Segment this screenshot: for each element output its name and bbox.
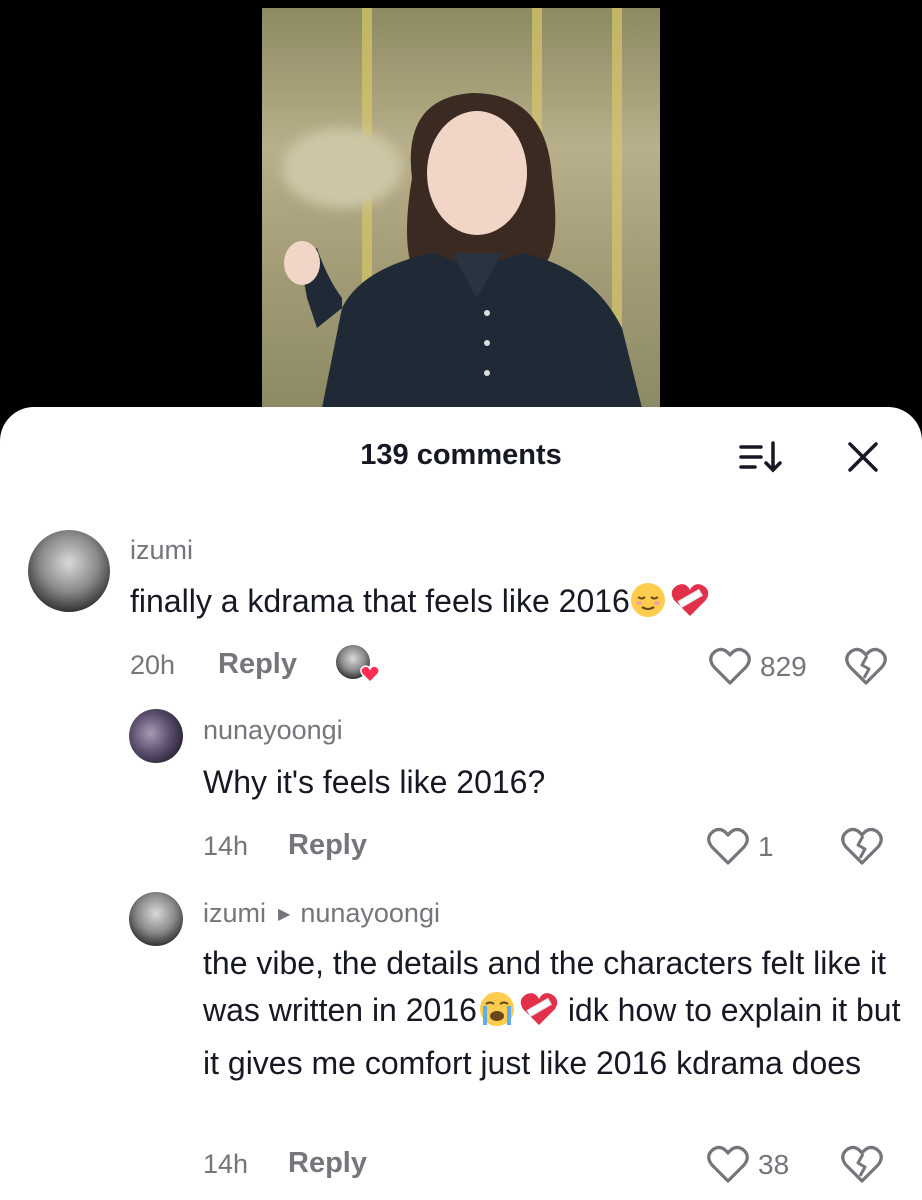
red-heart-icon (360, 665, 380, 683)
mending-heart-emoji (519, 991, 559, 1040)
relieved-face-emoji (630, 582, 666, 631)
close-icon (848, 442, 878, 472)
comment-text: the vibe, the details and the characters… (203, 940, 903, 1087)
comment-username[interactable]: izumi ▶ nunayoongi (203, 898, 440, 929)
reply-to-arrow-icon: ▶ (278, 906, 291, 923)
comment-time: 14h (203, 831, 249, 861)
dislike-button[interactable] (840, 1145, 884, 1190)
reply-button[interactable]: Reply (288, 1147, 367, 1180)
avatar[interactable] (129, 709, 183, 763)
broken-heart-icon (845, 647, 887, 685)
broken-heart-icon (841, 827, 883, 865)
sort-button[interactable] (737, 437, 787, 477)
comment-username[interactable]: nunayoongi (203, 715, 343, 746)
like-button[interactable]: 1 (706, 827, 774, 867)
video-thumbnail[interactable] (262, 8, 660, 408)
reply-author[interactable]: izumi (203, 898, 266, 928)
comment-username[interactable]: izumi (130, 535, 193, 566)
like-button[interactable]: 829 (708, 647, 807, 687)
like-count: 38 (758, 1149, 790, 1180)
avatar[interactable] (28, 530, 110, 612)
reply-button[interactable]: Reply (218, 648, 297, 681)
heart-outline-icon (709, 647, 751, 685)
comments-header: 139 comments (0, 407, 922, 502)
comment-text-body: finally a kdrama that feels like 2016 (130, 583, 630, 619)
comment-text: finally a kdrama that feels like 2016 (130, 578, 870, 631)
broken-heart-icon (841, 1145, 883, 1183)
mending-heart-emoji (670, 582, 710, 631)
loudly-crying-face-emoji (479, 991, 515, 1040)
comment-text: Why it's feels like 2016? (203, 764, 546, 800)
like-count: 829 (760, 651, 807, 682)
like-count: 1 (758, 831, 774, 862)
comment-time: 20h (130, 650, 176, 680)
like-button[interactable]: 38 (706, 1145, 789, 1185)
reply-button[interactable]: Reply (288, 829, 367, 862)
comment-time: 14h (203, 1149, 249, 1179)
comments-sheet: 139 comments izumi finally a kdrama that… (0, 407, 922, 1200)
sort-icon (739, 441, 782, 473)
close-button[interactable] (843, 437, 883, 477)
avatar[interactable] (129, 892, 183, 946)
heart-outline-icon (707, 1145, 749, 1183)
dislike-button[interactable] (840, 827, 884, 872)
creator-liked-badge (336, 645, 380, 685)
heart-outline-icon (707, 827, 749, 865)
reply-to-username[interactable]: nunayoongi (300, 898, 440, 928)
dislike-button[interactable] (844, 647, 888, 692)
video-subject-image (284, 93, 642, 408)
video-area[interactable] (0, 0, 922, 420)
